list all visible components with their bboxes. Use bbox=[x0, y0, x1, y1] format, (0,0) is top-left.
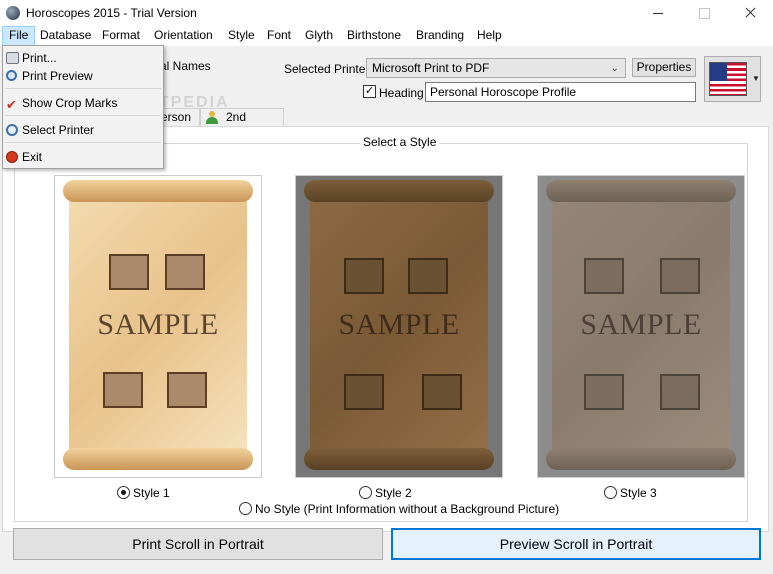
dropdown-arrow-icon: ▼ bbox=[752, 74, 760, 83]
radio-dot bbox=[359, 486, 372, 499]
zodiac-sign-icon bbox=[165, 254, 205, 290]
us-flag-icon bbox=[709, 62, 747, 96]
style-2-label: Style 2 bbox=[375, 486, 412, 500]
menu-item-label: Print Preview bbox=[22, 69, 93, 83]
menu-item-label: Exit bbox=[22, 150, 43, 164]
menu-item-exit[interactable]: Exit bbox=[3, 147, 163, 167]
print-scroll-button[interactable]: Print Scroll in Portrait bbox=[13, 528, 383, 560]
zodiac-sign-icon bbox=[167, 372, 207, 408]
printer-select[interactable]: Microsoft Print to PDF ⌄ bbox=[366, 58, 626, 78]
menu-database[interactable]: Database bbox=[34, 26, 97, 46]
chevron-down-icon: ⌄ bbox=[610, 63, 619, 74]
menu-file[interactable]: File bbox=[2, 26, 36, 46]
zodiac-sign-icon bbox=[344, 374, 384, 410]
radio-dot bbox=[239, 502, 252, 515]
tab-2nd-person[interactable]: 2nd Person bbox=[200, 108, 284, 141]
printer-icon bbox=[6, 52, 19, 64]
style-group: Select a Style SAMPLE SAMPLE SAMPLE Styl… bbox=[14, 135, 748, 522]
tab-1st-person[interactable]: erson bbox=[160, 108, 200, 127]
menu-font[interactable]: Font bbox=[261, 26, 297, 46]
menu-item-label: Print... bbox=[22, 51, 57, 65]
tab-panel: Select a Style SAMPLE SAMPLE SAMPLE Styl… bbox=[2, 126, 769, 532]
menu-help[interactable]: Help bbox=[471, 26, 508, 46]
zodiac-sign-icon bbox=[660, 258, 700, 294]
exit-icon bbox=[6, 151, 18, 163]
style-3-radio[interactable]: Style 3 bbox=[604, 486, 657, 500]
menu-item-show-crop-marks[interactable]: ✔ Show Crop Marks bbox=[3, 93, 163, 113]
minimize-button[interactable] bbox=[635, 0, 681, 26]
style-1-preview[interactable]: SAMPLE bbox=[54, 175, 262, 478]
menu-item-print-preview[interactable]: Print Preview bbox=[3, 66, 163, 86]
check-icon: ✔ bbox=[6, 97, 17, 112]
menu-separator bbox=[5, 115, 161, 116]
menu-item-label: Show Crop Marks bbox=[22, 96, 118, 110]
close-button[interactable] bbox=[727, 0, 773, 26]
selected-printer-label: Selected Printer bbox=[284, 62, 370, 76]
menu-item-print[interactable]: Print... bbox=[3, 48, 163, 68]
heading-label: Heading bbox=[379, 86, 424, 100]
person-icon bbox=[205, 111, 218, 124]
scroll-parchment: SAMPLE bbox=[63, 180, 253, 470]
language-flag-button[interactable]: ▼ bbox=[704, 56, 761, 102]
scroll-parchment: SAMPLE bbox=[304, 180, 494, 470]
menu-glyth[interactable]: Glyth bbox=[299, 26, 339, 46]
zodiac-sign-icon bbox=[660, 374, 700, 410]
menu-branding[interactable]: Branding bbox=[410, 26, 470, 46]
app-globe-icon bbox=[6, 6, 20, 20]
scroll-parchment: SAMPLE bbox=[546, 180, 736, 470]
properties-button[interactable]: Properties bbox=[632, 58, 696, 77]
zodiac-sign-icon bbox=[408, 258, 448, 294]
menu-orientation[interactable]: Orientation bbox=[148, 26, 219, 46]
select-printer-icon bbox=[6, 124, 18, 136]
printer-select-value: Microsoft Print to PDF bbox=[372, 61, 490, 75]
zodiac-sign-icon bbox=[103, 372, 143, 408]
sample-text: SAMPLE bbox=[580, 308, 702, 341]
title-bar: Horoscopes 2015 - Trial Version bbox=[0, 0, 773, 26]
style-2-radio[interactable]: Style 2 bbox=[359, 486, 412, 500]
style-2-preview[interactable]: SAMPLE bbox=[295, 175, 503, 478]
menu-item-select-printer[interactable]: Select Printer bbox=[3, 120, 163, 140]
menu-style[interactable]: Style bbox=[222, 26, 261, 46]
sample-text: SAMPLE bbox=[97, 308, 219, 341]
zodiac-sign-icon bbox=[344, 258, 384, 294]
heading-input[interactable]: Personal Horoscope Profile bbox=[425, 82, 696, 102]
maximize-button[interactable] bbox=[681, 0, 727, 26]
preview-scroll-button[interactable]: Preview Scroll in Portrait bbox=[391, 528, 761, 560]
names-label: al Names bbox=[160, 59, 211, 73]
zodiac-sign-icon bbox=[584, 374, 624, 410]
file-menu-dropdown: Print... Print Preview ✔ Show Crop Marks… bbox=[2, 45, 164, 169]
radio-dot bbox=[117, 486, 130, 499]
window-title: Horoscopes 2015 - Trial Version bbox=[26, 6, 197, 20]
zodiac-sign-icon bbox=[109, 254, 149, 290]
tab-label: erson bbox=[161, 110, 192, 124]
style-1-radio[interactable]: Style 1 bbox=[117, 486, 170, 500]
radio-dot bbox=[604, 486, 617, 499]
menu-birthstone[interactable]: Birthstone bbox=[341, 26, 407, 46]
menu-format[interactable]: Format bbox=[96, 26, 146, 46]
no-style-label: No Style (Print Information without a Ba… bbox=[255, 502, 560, 516]
zodiac-sign-icon bbox=[422, 374, 462, 410]
style-3-preview[interactable]: SAMPLE bbox=[537, 175, 745, 478]
heading-checkbox[interactable]: ✓ bbox=[363, 85, 376, 98]
style-group-title: Select a Style bbox=[360, 135, 440, 149]
menu-item-label: Select Printer bbox=[22, 123, 95, 137]
style-1-label: Style 1 bbox=[133, 486, 170, 500]
style-3-label: Style 3 bbox=[620, 486, 657, 500]
menu-bar: File Database Format Orientation Style F… bbox=[0, 26, 773, 46]
no-style-radio[interactable]: No Style (Print Information without a Ba… bbox=[239, 502, 559, 516]
menu-separator bbox=[5, 142, 161, 143]
zodiac-sign-icon bbox=[584, 258, 624, 294]
menu-separator bbox=[5, 88, 161, 89]
sample-text: SAMPLE bbox=[338, 308, 460, 341]
magnifier-icon bbox=[6, 70, 17, 81]
